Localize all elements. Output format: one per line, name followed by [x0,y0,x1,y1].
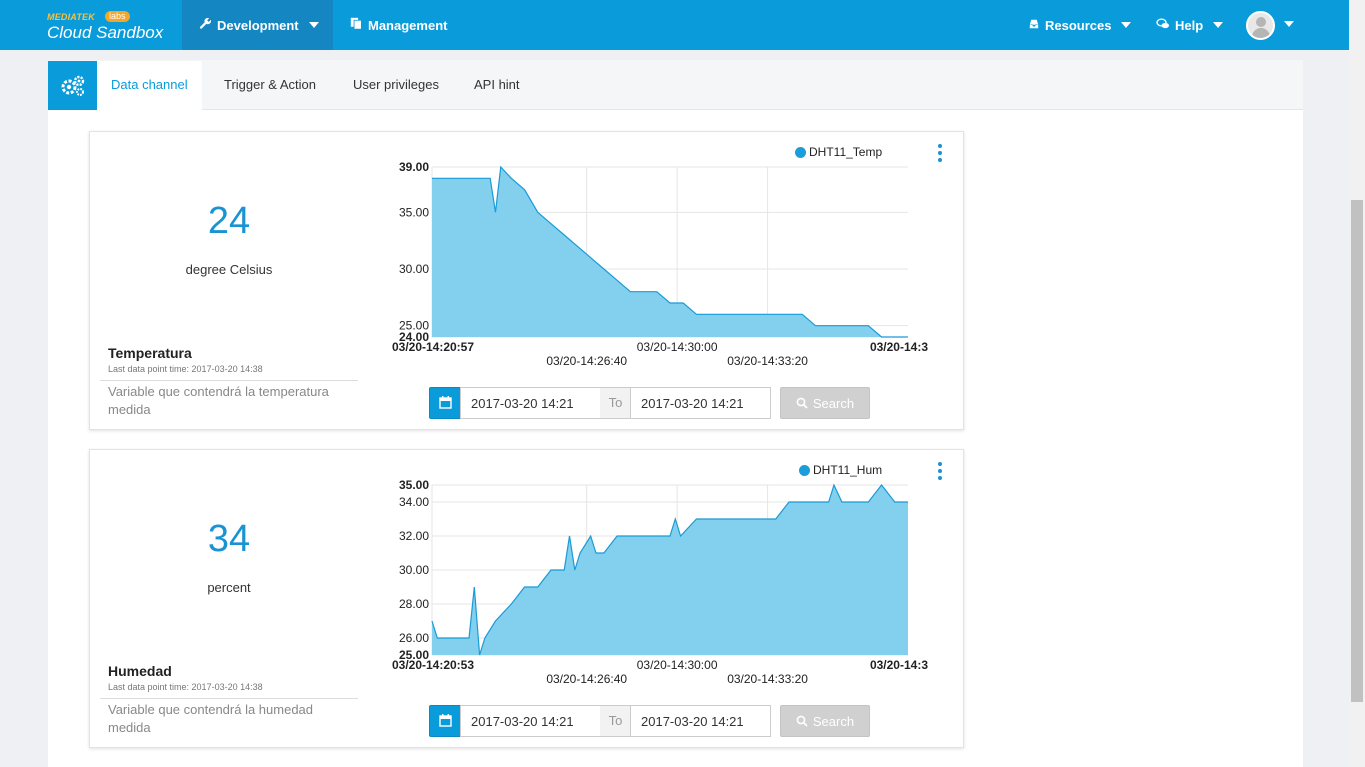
wrench-icon [199,17,212,33]
top-navbar: MEDIATEK labs Cloud Sandbox Development … [0,0,1349,50]
date-range: To Search [90,705,965,737]
search-icon [796,715,808,727]
calendar-icon [439,396,452,409]
date-range: To Search [90,387,965,419]
x-tick-label: 03/20-14:20:57 [392,340,474,354]
y-tick-label: 34.00 [399,495,429,509]
x-tick-label: 03/20-14:3 [870,340,928,354]
to-label: To [600,387,631,419]
user-head [1256,17,1266,27]
y-tick-label: 39.00 [399,160,429,174]
from-date-input[interactable] [460,705,601,737]
nav-help[interactable]: Help [1156,0,1224,50]
inbox-icon [1028,18,1040,33]
x-tick-label: 03/20-14:30:00 [637,658,718,672]
current-value: 34 [207,518,251,560]
temperature-chart: 39.0035.0030.0025.0024.0003/20-14:20:57 0… [392,160,928,368]
channel-name: Temperatura [108,345,192,361]
search-button[interactable]: Search [780,387,870,419]
logo-labs-badge: labs [105,11,130,22]
to-label: To [600,705,631,737]
chevron-down-icon [1213,22,1224,28]
chevron-down-icon [308,22,319,28]
chevron-down-icon[interactable] [1284,21,1294,27]
y-tick-label: 30.00 [399,563,429,577]
search-label: Search [812,395,855,411]
current-value: 24 [207,200,251,242]
x-tick-label: 03/20-14:3 [870,658,928,672]
tab-data-channel[interactable]: Data channel [97,61,202,110]
x-tick-label: 03/20-14:30:00 [637,340,718,354]
more-options-icon[interactable] [935,144,945,166]
from-date-input[interactable] [460,387,601,419]
logo[interactable]: MEDIATEK labs Cloud Sandbox [47,11,177,44]
y-tick-label: 35.00 [399,478,429,492]
channel-card-temperature: 24 degree Celsius Temperatura Last data … [89,131,964,430]
more-options-icon[interactable] [935,462,945,484]
divider [100,698,358,699]
gears-icon [48,61,97,110]
avatar[interactable] [1246,11,1275,40]
tab-trigger-action[interactable]: Trigger & Action [224,61,316,110]
nav-resources[interactable]: Resources [1028,0,1132,50]
search-icon [796,397,808,409]
chevron-down-icon [1121,22,1132,28]
y-tick-label: 28.00 [399,597,429,611]
main-panel: Data channel Trigger & Action User privi… [48,60,1303,767]
nav-management[interactable]: Management [350,0,447,50]
chat-bubbles-icon [1156,17,1170,33]
nav-resources-label: Resources [1045,17,1112,33]
tab-user-privileges[interactable]: User privileges [353,61,439,110]
y-tick-label: 30.00 [399,262,429,276]
user-body [1252,28,1270,38]
calendar-icon [439,714,452,727]
value-unit: percent [207,580,251,595]
tab-api-hint[interactable]: API hint [474,61,520,110]
value-unit: degree Celsius [185,262,273,277]
tab-bar: Data channel Trigger & Action User privi… [48,60,1303,110]
last-data-time: Last data point time: 2017-03-20 14:38 [108,682,263,692]
logo-brand: MEDIATEK [47,12,95,22]
y-tick-label: 32.00 [399,529,429,543]
x-tick-label: 03/20-14:26:40 [546,354,627,368]
nav-help-label: Help [1175,17,1204,33]
to-date-input[interactable] [630,387,771,419]
nav-development[interactable]: Development [182,0,333,50]
search-button[interactable]: Search [780,705,870,737]
calendar-button[interactable] [429,387,461,419]
search-label: Search [812,713,855,729]
logo-name: Cloud Sandbox [47,23,164,42]
nav-development-label: Development [217,17,299,33]
y-tick-label: 35.00 [399,205,429,219]
to-date-input[interactable] [630,705,771,737]
channel-name: Humedad [108,663,172,679]
last-data-time: Last data point time: 2017-03-20 14:38 [108,364,263,374]
y-tick-label: 26.00 [399,631,429,645]
x-tick-label: 03/20-14:33:20 [727,354,808,368]
x-tick-label: 03/20-14:26:40 [546,672,627,686]
channel-card-humidity: 34 percent Humedad Last data point time:… [89,449,964,748]
x-tick-label: 03/20-14:20:53 [392,658,474,672]
humidity-chart: 35.0034.0032.0030.0028.0026.0025.0003/20… [392,478,928,686]
nav-management-label: Management [368,17,448,33]
calendar-button[interactable] [429,705,461,737]
series-area [432,167,908,337]
x-tick-label: 03/20-14:33:20 [727,672,808,686]
divider [100,380,358,381]
documents-icon [350,17,363,33]
scrollbar-thumb[interactable] [1351,200,1363,702]
